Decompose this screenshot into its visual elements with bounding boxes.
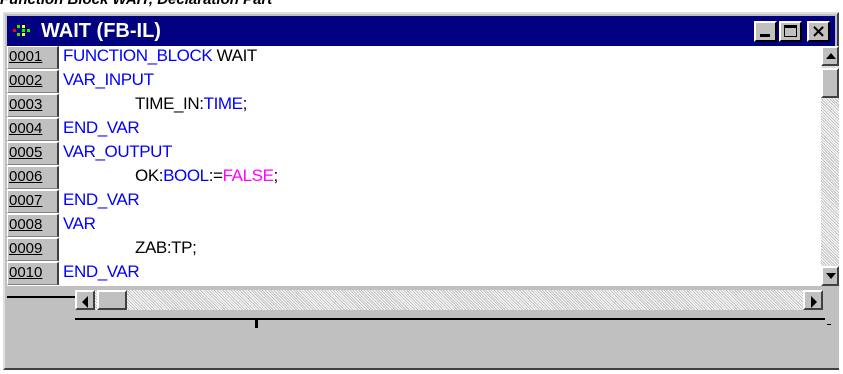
instruction-list-icon [13, 24, 31, 38]
vertical-scroll-thumb[interactable] [821, 68, 839, 98]
code-editor[interactable]: 0001 FUNCTION_BLOCK WAIT 0002 VAR_INPUT 0003… [7, 46, 821, 286]
horizontal-scroll-thumb[interactable] [97, 290, 127, 310]
keyword-token: FUNCTION_BLOCK [63, 46, 217, 65]
arrow-up-icon [826, 53, 836, 59]
code-text: END_VAR [63, 262, 140, 282]
keyword-token: END_VAR [63, 190, 140, 209]
identifier-token: WAIT [216, 46, 258, 65]
arrow-right-icon [811, 296, 817, 308]
pane-divider-mark [827, 324, 831, 325]
line-number: 0003 [7, 94, 59, 117]
title-bar[interactable]: WAIT (FB-IL) × [7, 16, 835, 46]
close-button[interactable]: × [807, 21, 830, 42]
keyword-token: VAR_OUTPUT [63, 142, 173, 161]
line-number: 0007 [7, 190, 59, 213]
line-number: 0008 [7, 214, 59, 237]
horizontal-scrollbar[interactable] [75, 290, 823, 310]
identifier-token: OK: [135, 166, 164, 185]
arrow-left-icon [82, 296, 88, 308]
code-text: FUNCTION_BLOCK WAIT [63, 46, 257, 66]
code-text: TIME_IN:TIME; [135, 94, 247, 114]
keyword-token: END_VAR [63, 262, 140, 281]
scroll-right-button[interactable] [803, 290, 823, 310]
code-text: OK:BOOL:=FALSE; [135, 166, 278, 186]
close-icon: × [810, 21, 827, 42]
keyword-token: VAR_INPUT [63, 70, 154, 89]
line-number: 0002 [7, 70, 59, 93]
identifier-token: ; [273, 166, 279, 185]
arrow-down-icon [826, 273, 836, 279]
code-line[interactable]: 0010 END_VAR [7, 262, 821, 286]
code-text: VAR_INPUT [63, 70, 154, 90]
line-number: 0005 [7, 142, 59, 165]
maximize-icon [784, 25, 797, 37]
line-number: 0009 [7, 238, 59, 261]
code-text: END_VAR [63, 190, 140, 210]
window-title: WAIT (FB-IL) [41, 20, 161, 42]
body-pane-splitter [7, 286, 839, 368]
code-line[interactable]: 0006 OK:BOOL:=FALSE; [7, 166, 821, 190]
code-text: END_VAR [63, 118, 140, 138]
splitter-line [7, 296, 75, 298]
code-text: ZAB:TP; [135, 238, 197, 258]
maximize-button[interactable] [779, 21, 802, 42]
minimize-icon [760, 34, 770, 37]
keyword-token: END_VAR [63, 118, 140, 137]
line-number: 0001 [7, 46, 59, 69]
identifier-token: := [208, 166, 223, 185]
code-line[interactable]: 0008 VAR [7, 214, 821, 238]
code-line[interactable]: 0009 ZAB:TP; [7, 238, 821, 262]
code-line[interactable]: 0007 END_VAR [7, 190, 821, 214]
identifier-token: ; [242, 94, 248, 113]
editor-window: WAIT (FB-IL) × 0001 FUNCTION_BLOCK WAIT 00… [3, 12, 839, 370]
code-text: VAR_OUTPUT [63, 142, 172, 162]
line-number: 0004 [7, 118, 59, 141]
identifier-token: ZAB:TP; [135, 238, 197, 257]
vertical-scrollbar[interactable] [821, 46, 839, 286]
pane-divider-handle[interactable] [255, 318, 258, 328]
figure-caption: Function Block WAIT, Declaration Part [0, 0, 272, 8]
code-line[interactable]: 0005 VAR_OUTPUT [7, 142, 821, 166]
literal-token: FALSE [222, 166, 274, 185]
code-line[interactable]: 0002 VAR_INPUT [7, 70, 821, 94]
keyword-token: TIME [203, 94, 243, 113]
code-text: VAR [63, 214, 96, 234]
code-line[interactable]: 0004 END_VAR [7, 118, 821, 142]
code-line[interactable]: 0003 TIME_IN:TIME; [7, 94, 821, 118]
line-number: 0006 [7, 166, 59, 189]
keyword-token: VAR [63, 214, 96, 233]
scroll-down-button[interactable] [821, 266, 839, 286]
minimize-button[interactable] [754, 21, 777, 42]
scroll-up-button[interactable] [821, 46, 839, 66]
code-line[interactable]: 0001 FUNCTION_BLOCK WAIT [7, 46, 821, 70]
line-number: 0010 [7, 262, 59, 285]
scroll-left-button[interactable] [75, 290, 95, 310]
identifier-token: TIME_IN: [135, 94, 204, 113]
keyword-token: BOOL [163, 166, 209, 185]
pane-divider-line[interactable] [75, 318, 825, 320]
